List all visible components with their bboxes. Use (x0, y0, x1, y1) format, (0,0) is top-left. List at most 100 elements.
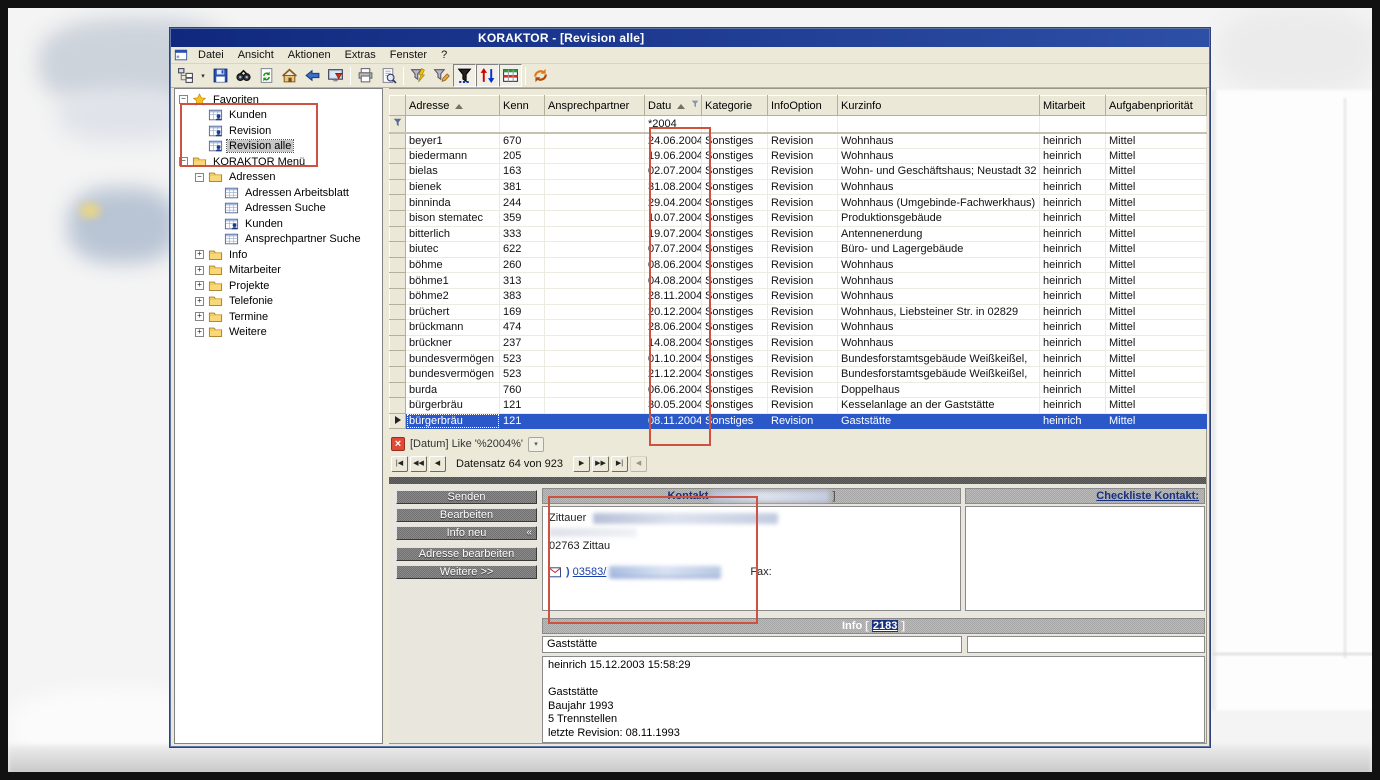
info-extra-field[interactable] (967, 636, 1205, 653)
table-row[interactable]: bürgerbräu12130.05.2004SonstigesRevision… (390, 398, 1207, 414)
table-row[interactable]: biutec62207.07.2004SonstigesRevisionBüro… (390, 242, 1207, 258)
menu-item-datei[interactable]: Datei (191, 47, 231, 63)
sidebar-item-adressen-arbeitsblatt[interactable]: Adressen Arbeitsblatt (175, 185, 382, 201)
table-row[interactable]: bürgerbräu12108.11.2004SonstigesRevision… (390, 413, 1207, 429)
mdi-document-icon[interactable] (173, 48, 189, 62)
filter-cell-infooption[interactable] (768, 116, 838, 133)
table-row[interactable]: bundesvermögen52321.12.2004SonstigesRevi… (390, 366, 1207, 382)
row-selector[interactable] (390, 226, 406, 242)
collapse-icon[interactable]: − (195, 173, 204, 182)
toolbar-filter-values-button[interactable] (453, 64, 476, 87)
row-selector[interactable] (390, 133, 406, 149)
toolbar-find-button[interactable] (232, 64, 255, 87)
filter-cell-adresse[interactable] (406, 116, 500, 133)
sidebar-item-weitere[interactable]: +Weitere (175, 325, 382, 341)
sidebar-item-projekte[interactable]: +Projekte (175, 278, 382, 294)
mail-icon[interactable] (549, 567, 563, 578)
sidebar-item-adressen[interactable]: −Adressen (175, 170, 382, 186)
toolbar-tree-view-dropdown[interactable]: ▾ (197, 64, 209, 87)
table-row[interactable]: binninda24429.04.2004SonstigesRevisionWo… (390, 195, 1207, 211)
row-selector[interactable] (390, 210, 406, 226)
next-record-button[interactable]: ▶ (573, 456, 590, 472)
row-selector[interactable] (390, 273, 406, 289)
menu-item-fenster[interactable]: Fenster (383, 47, 434, 63)
info-subject-field[interactable]: Gaststätte (542, 636, 962, 653)
sidebar-item-revision-alle[interactable]: Revision alle (175, 139, 382, 155)
sidebar-item-revision[interactable]: Revision (175, 123, 382, 139)
prior-record-button[interactable]: ◀ (429, 456, 446, 472)
column-header-datu[interactable]: Datu (645, 96, 702, 116)
table-row[interactable]: bison stematec35910.07.2004SonstigesRevi… (390, 210, 1207, 226)
menu-item-[interactable]: ? (434, 47, 454, 63)
row-selector[interactable] (390, 179, 406, 195)
row-selector[interactable] (390, 148, 406, 164)
sidebar-item-kunden[interactable]: Kunden (175, 216, 382, 232)
senden-button[interactable]: Senden (396, 490, 537, 504)
filter-cell-kategorie[interactable] (702, 116, 768, 133)
sidebar-item-koraktor-men-[interactable]: −KORAKTOR Menü (175, 154, 382, 170)
table-row[interactable]: beyer167024.06.2004SonstigesRevisionWohn… (390, 133, 1207, 149)
row-selector[interactable] (390, 382, 406, 398)
table-row[interactable]: burda76006.06.2004SonstigesRevisionDoppe… (390, 382, 1207, 398)
expand-icon[interactable]: + (195, 312, 204, 321)
column-header-mitarbeit[interactable]: Mitarbeit (1040, 96, 1106, 116)
toolbar-sort-button[interactable] (476, 64, 499, 87)
sidebar-item-kunden[interactable]: Kunden (175, 108, 382, 124)
collapse-icon[interactable]: − (179, 95, 188, 104)
row-selector[interactable] (390, 288, 406, 304)
remove-filter-button[interactable]: × (391, 437, 405, 451)
toolbar-screen-export-button[interactable] (324, 64, 347, 87)
horizontal-splitter[interactable] (389, 477, 1206, 484)
filter-cell-kenn[interactable] (500, 116, 545, 133)
filter-cell-mitarbeit[interactable] (1040, 116, 1106, 133)
sidebar-item-info[interactable]: +Info (175, 247, 382, 263)
filter-cell-aufgabenpriorität[interactable] (1106, 116, 1207, 133)
expand-icon[interactable]: + (195, 250, 204, 259)
row-selector[interactable] (390, 366, 406, 382)
collapse-navigator-button[interactable]: ◀ (630, 456, 647, 472)
row-selector[interactable] (390, 398, 406, 414)
expand-icon[interactable]: + (195, 281, 204, 290)
filter-cell-datu[interactable]: *2004 (645, 116, 702, 133)
toolbar-save-button[interactable] (209, 64, 232, 87)
column-header-ansprechpartner[interactable]: Ansprechpartner (545, 96, 645, 116)
checkliste-link[interactable]: Checkliste Kontakt: (1096, 490, 1199, 502)
prior-page-button[interactable]: ◀◀ (410, 456, 427, 472)
column-header-kenn[interactable]: Kenn (500, 96, 545, 116)
row-selector[interactable] (390, 413, 406, 429)
table-row[interactable]: böhme26008.06.2004SonstigesRevisionWohnh… (390, 257, 1207, 273)
menu-item-extras[interactable]: Extras (338, 47, 383, 63)
table-row[interactable]: böhme131304.08.2004SonstigesRevisionWohn… (390, 273, 1207, 289)
last-record-button[interactable]: ▶| (611, 456, 628, 472)
toolbar-refresh-document-button[interactable] (255, 64, 278, 87)
column-header-infooption[interactable]: InfoOption (768, 96, 838, 116)
info-number-link[interactable]: 2183 (872, 620, 898, 632)
info-body-text[interactable]: heinrich 15.12.2003 15:58:29 Gaststätte … (542, 656, 1205, 743)
row-selector[interactable] (390, 257, 406, 273)
table-row[interactable]: brüchert16920.12.2004SonstigesRevisionWo… (390, 304, 1207, 320)
column-header-aufgabenpriorität[interactable]: Aufgabenpriorität (1106, 96, 1207, 116)
next-page-button[interactable]: ▶▶ (592, 456, 609, 472)
row-selector[interactable] (390, 304, 406, 320)
sidebar-item-adressen-suche[interactable]: Adressen Suche (175, 201, 382, 217)
expand-icon[interactable]: + (195, 297, 204, 306)
sidebar-item-telefonie[interactable]: +Telefonie (175, 294, 382, 310)
table-row[interactable]: brückner23714.08.2004SonstigesRevisionWo… (390, 335, 1207, 351)
expand-icon[interactable]: + (195, 266, 204, 275)
row-selector[interactable] (390, 320, 406, 336)
toolbar-sync-button[interactable] (529, 64, 552, 87)
column-header-adresse[interactable]: Adresse (406, 96, 500, 116)
toolbar-filter-lightning-button[interactable] (407, 64, 430, 87)
filter-row-selector[interactable] (390, 116, 406, 133)
table-row[interactable]: bienek38131.08.2004SonstigesRevisionWohn… (390, 179, 1207, 195)
sidebar-item-favoriten[interactable]: −Favoriten (175, 92, 382, 108)
toolbar-print-button[interactable] (354, 64, 377, 87)
row-selector[interactable] (390, 242, 406, 258)
collapse-icon[interactable]: − (179, 157, 188, 166)
first-record-button[interactable]: |◀ (391, 456, 408, 472)
row-selector[interactable] (390, 351, 406, 367)
toolbar-filter-edit-button[interactable] (430, 64, 453, 87)
sidebar-item-ansprechpartner-suche[interactable]: Ansprechpartner Suche (175, 232, 382, 248)
column-header-kurzinfo[interactable]: Kurzinfo (838, 96, 1040, 116)
table-row[interactable]: böhme238328.11.2004SonstigesRevisionWohn… (390, 288, 1207, 304)
